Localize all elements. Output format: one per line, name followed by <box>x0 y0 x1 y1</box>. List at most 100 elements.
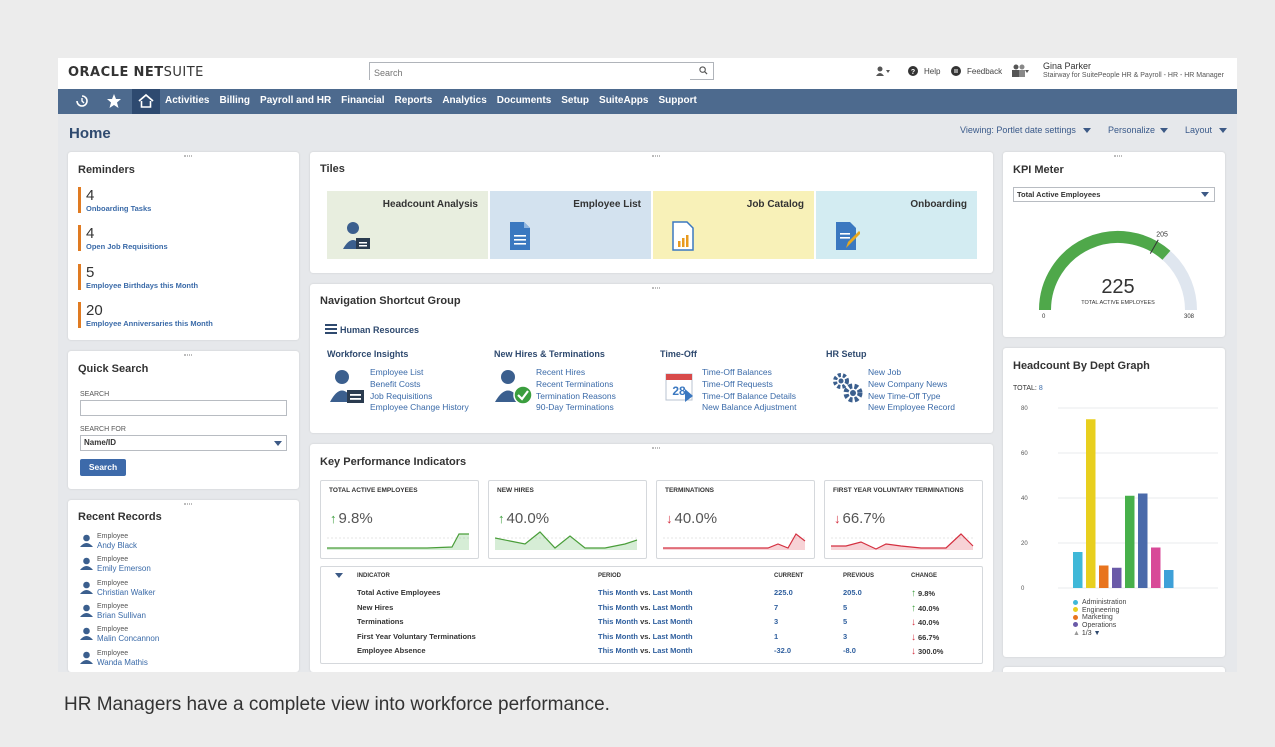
search-icon[interactable] <box>699 66 708 75</box>
kpi-previous[interactable]: 5 <box>843 617 847 626</box>
drag-handle[interactable] <box>651 287 660 289</box>
reminder-label[interactable]: Employee Birthdays this Month <box>86 281 198 290</box>
bar[interactable] <box>1164 570 1174 588</box>
kpi-current[interactable]: 225.0 <box>774 588 793 597</box>
nav-item-setup[interactable]: Setup <box>561 95 589 106</box>
legend-item[interactable]: Marketing <box>1073 614 1126 622</box>
collapse-caret-icon[interactable] <box>335 573 343 578</box>
quick-search-input[interactable] <box>80 400 287 416</box>
search-for-select[interactable]: Name/ID <box>80 435 287 451</box>
col-header-previous[interactable]: PREVIOUS <box>843 573 874 579</box>
period-previous[interactable]: Last Month <box>653 646 693 655</box>
nav-shortcut-link[interactable]: Time-Off Balance Details <box>702 391 797 403</box>
period-previous[interactable]: Last Month <box>653 603 693 612</box>
reminder-item[interactable]: 20 Employee Anniversaries this Month <box>78 302 213 328</box>
tile-headcount-analysis[interactable]: Headcount Analysis <box>327 191 488 259</box>
nav-shortcut-link[interactable]: Recent Terminations <box>536 379 616 391</box>
viewing-date-settings[interactable]: Viewing: Portlet date settings <box>960 125 1076 135</box>
recent-activity-icon[interactable] <box>876 66 890 76</box>
kpi-current[interactable]: -32.0 <box>774 646 791 655</box>
help-icon[interactable]: ? <box>908 66 918 76</box>
recent-record-item[interactable]: Employee Malin Concannon <box>80 625 270 647</box>
tile-onboarding[interactable]: Onboarding <box>816 191 977 259</box>
nav-item-activities[interactable]: Activities <box>165 95 209 106</box>
kpi-card[interactable]: NEW HIRES ↑ 40.0% <box>488 480 647 559</box>
reminder-item[interactable]: 4 Onboarding Tasks <box>78 187 151 213</box>
record-name[interactable]: Andy Black <box>97 541 137 551</box>
feedback-icon[interactable] <box>951 66 961 76</box>
nav-item-financial[interactable]: Financial <box>341 95 384 106</box>
record-name[interactable]: Wanda Mathis <box>97 658 148 668</box>
kpi-period[interactable]: This Month vs. Last Month <box>598 632 693 641</box>
kpi-period[interactable]: This Month vs. Last Month <box>598 588 693 597</box>
reminder-item[interactable]: 5 Employee Birthdays this Month <box>78 264 198 290</box>
nav-item-suiteapps[interactable]: SuiteApps <box>599 95 648 106</box>
kpi-indicator[interactable]: Employee Absence <box>357 646 426 655</box>
record-name[interactable]: Brian Sullivan <box>97 611 146 621</box>
nav-shortcut-link[interactable]: Benefit Costs <box>370 379 469 391</box>
kpi-indicator[interactable]: Terminations <box>357 617 404 626</box>
kpi-previous[interactable]: 5 <box>843 603 847 612</box>
kpi-indicator[interactable]: New Hires <box>357 603 393 612</box>
nav-shortcut-link[interactable]: 90-Day Terminations <box>536 402 616 414</box>
role-switch-icon[interactable] <box>1011 64 1029 78</box>
legend-item[interactable]: Administration <box>1073 599 1126 607</box>
bar[interactable] <box>1138 493 1148 589</box>
nav-item-reports[interactable]: Reports <box>395 95 433 106</box>
nav-item-documents[interactable]: Documents <box>497 95 551 106</box>
period-previous[interactable]: Last Month <box>653 617 693 626</box>
recent-record-item[interactable]: Employee Emily Emerson <box>80 555 270 577</box>
tile-employee-list[interactable]: Employee List <box>490 191 651 259</box>
kpi-card[interactable]: TOTAL ACTIVE EMPLOYEES ↑ 9.8% <box>320 480 479 559</box>
drag-handle[interactable] <box>651 155 660 157</box>
kpi-period[interactable]: This Month vs. Last Month <box>598 646 693 655</box>
help-link[interactable]: Help <box>924 67 940 76</box>
col-header-indicator[interactable]: INDICATOR <box>357 573 390 579</box>
legend-item[interactable]: Engineering <box>1073 607 1126 615</box>
reminder-label[interactable]: Employee Anniversaries this Month <box>86 319 213 328</box>
favorites-star-icon[interactable] <box>106 93 122 109</box>
kpi-current[interactable]: 3 <box>774 617 778 626</box>
nav-item-support[interactable]: Support <box>658 95 696 106</box>
legend-pager[interactable]: ▲ 1/3 ▼ <box>1073 630 1101 637</box>
nav-shortcut-link[interactable]: New Balance Adjustment <box>702 402 797 414</box>
kpi-indicator[interactable]: Total Active Employees <box>357 588 440 597</box>
recent-record-item[interactable]: Employee Brian Sullivan <box>80 602 270 624</box>
search-button[interactable]: Search <box>80 459 126 476</box>
reminder-label[interactable]: Onboarding Tasks <box>86 204 151 213</box>
bar[interactable] <box>1073 552 1083 588</box>
period-previous[interactable]: Last Month <box>653 632 693 641</box>
kpi-card[interactable]: FIRST YEAR VOLUNTARY TERMINATIONS ↓ 66.7% <box>824 480 983 559</box>
bar[interactable] <box>1099 565 1109 589</box>
nav-shortcut-link[interactable]: New Employee Record <box>868 402 955 414</box>
nav-group-title[interactable]: Human Resources <box>340 325 419 335</box>
period-current[interactable]: This Month <box>598 632 638 641</box>
home-tab[interactable] <box>132 89 160 114</box>
drag-handle[interactable] <box>651 447 660 449</box>
user-menu[interactable]: Gina Parker Stairway for SuitePeople HR … <box>1043 61 1224 81</box>
layout-menu[interactable]: Layout <box>1185 125 1212 135</box>
nav-item-payroll-and-hr[interactable]: Payroll and HR <box>260 95 331 106</box>
nav-shortcut-link[interactable]: Time-Off Balances <box>702 367 797 379</box>
nav-item-analytics[interactable]: Analytics <box>442 95 486 106</box>
drag-handle[interactable] <box>183 354 192 356</box>
recent-record-item[interactable]: Employee Christian Walker <box>80 579 270 601</box>
nav-shortcut-link[interactable]: Employee Change History <box>370 402 469 414</box>
recent-record-item[interactable]: Employee Wanda Mathis <box>80 649 270 671</box>
record-name[interactable]: Christian Walker <box>97 588 155 598</box>
kpi-period[interactable]: This Month vs. Last Month <box>598 617 693 626</box>
recent-record-item[interactable]: Employee Andy Black <box>80 532 270 554</box>
nav-shortcut-link[interactable]: Employee List <box>370 367 469 379</box>
page-prev-icon[interactable]: ▲ <box>1073 630 1080 637</box>
period-previous[interactable]: Last Month <box>653 588 693 597</box>
col-header-change[interactable]: CHANGE <box>911 573 937 579</box>
kpi-card[interactable]: TERMINATIONS ↓ 40.0% <box>656 480 815 559</box>
drag-handle[interactable] <box>183 503 192 505</box>
kpi-previous[interactable]: 3 <box>843 632 847 641</box>
search-input[interactable] <box>370 65 690 81</box>
nav-shortcut-link[interactable]: New Company News <box>868 379 955 391</box>
period-current[interactable]: This Month <box>598 646 638 655</box>
nav-item-billing[interactable]: Billing <box>219 95 250 106</box>
nav-shortcut-link[interactable]: Recent Hires <box>536 367 616 379</box>
feedback-link[interactable]: Feedback <box>967 67 1002 76</box>
